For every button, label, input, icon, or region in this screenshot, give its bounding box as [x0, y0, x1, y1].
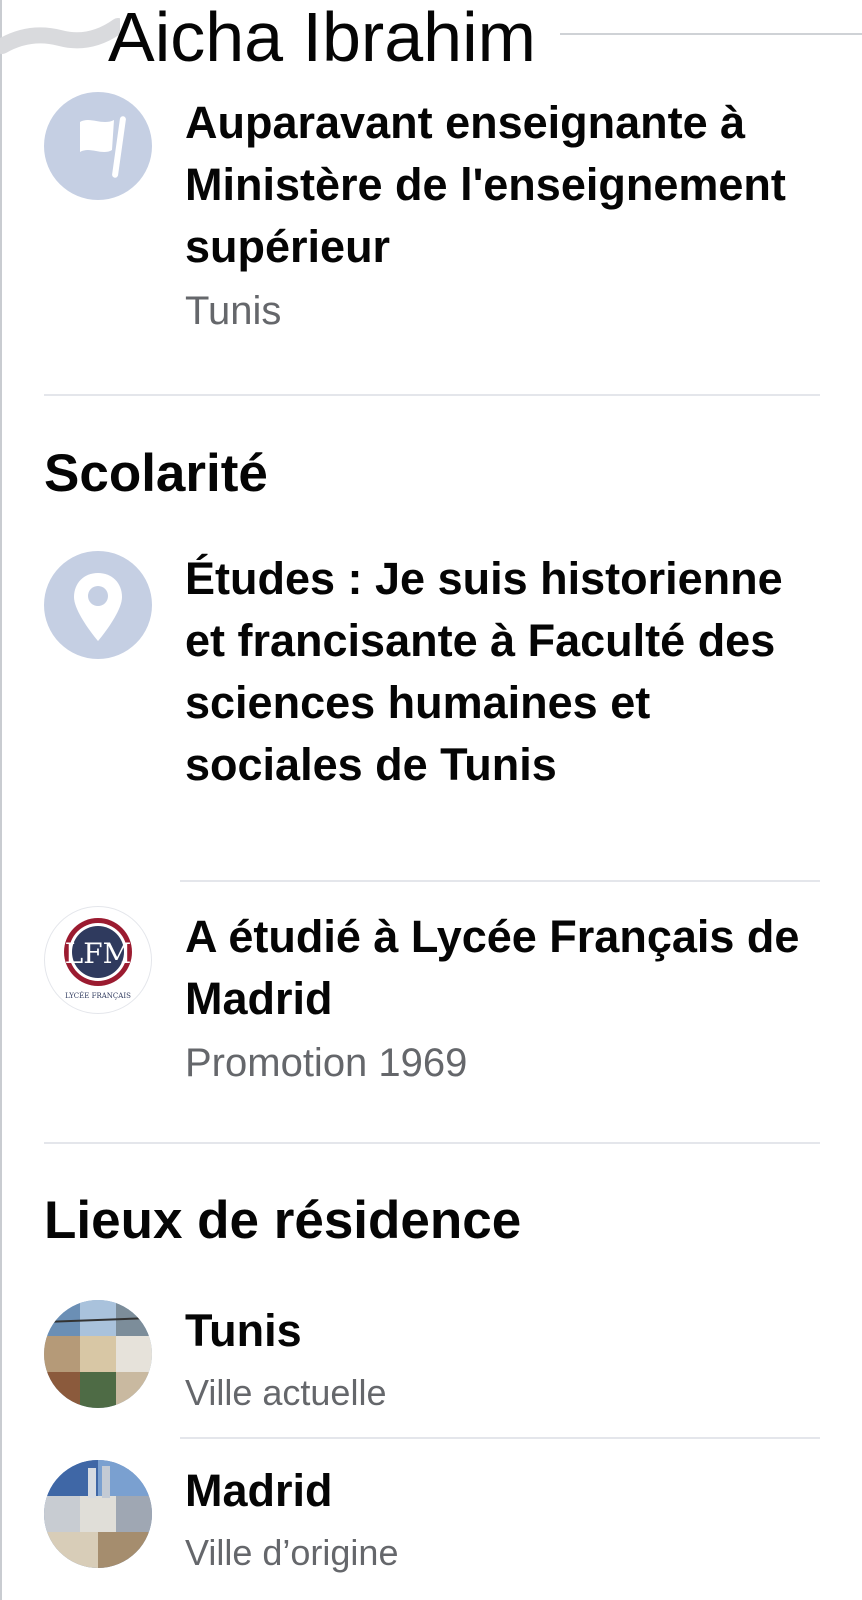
current-city-name: Tunis	[185, 1305, 302, 1356]
city-photo-thumbnail	[44, 1460, 152, 1568]
education-section-title: Scolarité	[44, 444, 268, 503]
section-divider	[44, 1142, 820, 1144]
svg-text:LYCÉE FRANÇAIS: LYCÉE FRANÇAIS	[65, 991, 131, 1000]
current-city-label: Ville actuelle	[185, 1372, 387, 1413]
work-location: Tunis	[185, 289, 282, 333]
section-divider	[44, 394, 820, 396]
hometown-name: Madrid	[185, 1465, 333, 1516]
profile-about-page: Aicha Ibrahim Auparavant enseignante à M…	[0, 0, 862, 1600]
profile-name: Aicha Ibrahim	[108, 0, 536, 76]
places-section-title: Lieux de résidence	[44, 1191, 522, 1250]
school-class-year: Promotion 1969	[185, 1041, 468, 1085]
item-divider	[180, 880, 820, 882]
studies-description: Études : Je suis historienne et francisa…	[185, 553, 783, 790]
school-logo: LFM LYCÉE FRANÇAIS	[44, 906, 152, 1014]
hometown-label: Ville d’origine	[185, 1532, 399, 1573]
work-description: Auparavant enseignante à Ministère de l'…	[185, 97, 786, 272]
left-border	[0, 0, 2, 1600]
header-divider	[560, 33, 862, 35]
city-photo-thumbnail	[44, 1300, 152, 1408]
item-divider	[180, 1437, 820, 1439]
flag-icon	[44, 92, 152, 200]
school-description: A étudié à Lycée Français de Madrid	[185, 911, 800, 1024]
redaction-scribble	[0, 18, 120, 54]
map-pin-icon	[44, 551, 152, 659]
svg-text:LFM: LFM	[65, 937, 132, 970]
